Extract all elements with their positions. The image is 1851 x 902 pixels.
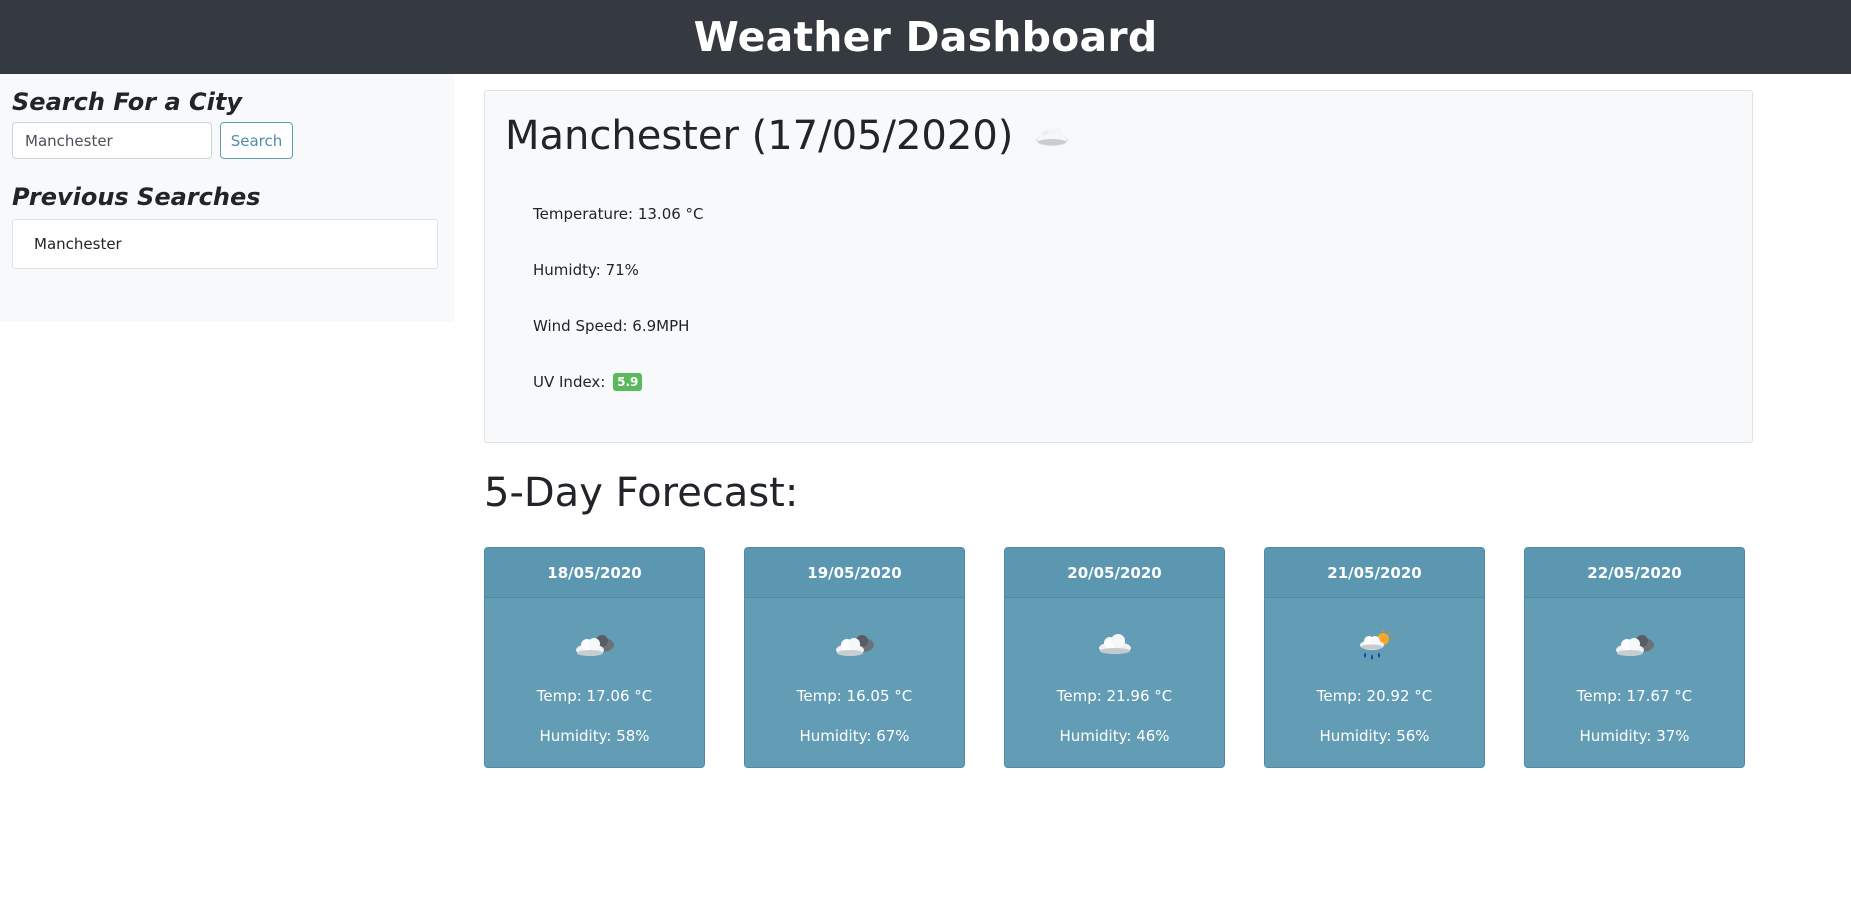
previous-search-item[interactable]: Manchester [13, 220, 437, 268]
current-wind-speed: Wind Speed: 6.9MPH [533, 317, 690, 335]
forecast-card: 21/05/2020 Temp: 20.92 °C Humidity: 56% [1264, 547, 1485, 768]
forecast-humidity: Humidity: 67% [799, 727, 910, 745]
current-uv-row: UV Index: 5.9 [533, 373, 643, 391]
forecast-temp: Temp: 20.92 °C [1316, 687, 1433, 705]
forecast-humidity: Humidity: 46% [1059, 727, 1170, 745]
forecast-title: 5-Day Forecast: [484, 470, 799, 516]
broken-clouds-icon [745, 630, 964, 660]
forecast-card: 22/05/2020 Temp: 17.67 °C Humidity: 37% [1524, 547, 1745, 768]
forecast-card: 19/05/2020 Temp: 16.05 °C Humidity: 67% [744, 547, 965, 768]
page-title: Weather Dashboard [693, 13, 1158, 61]
forecast-date: 18/05/2020 [485, 548, 704, 598]
forecast-temp: Temp: 17.67 °C [1576, 687, 1693, 705]
sidebar: Search For a City Search Previous Search… [0, 74, 454, 322]
forecast-date: 20/05/2020 [1005, 548, 1224, 598]
search-title: Search For a City [12, 88, 242, 116]
forecast-humidity: Humidity: 58% [539, 727, 650, 745]
forecast-date: 19/05/2020 [745, 548, 964, 598]
rain-sun-icon [1265, 630, 1484, 664]
search-button[interactable]: Search [220, 122, 293, 159]
clouds-icon [1033, 123, 1071, 154]
uv-label: UV Index: [533, 373, 606, 391]
current-city-date: Manchester (17/05/2020) [505, 113, 1014, 159]
forecast-temp: Temp: 21.96 °C [1056, 687, 1173, 705]
current-humidity: Humidty: 71% [533, 261, 639, 279]
forecast-date: 21/05/2020 [1265, 548, 1484, 598]
forecast-card: 20/05/2020 Temp: 21.96 °C Humidity: 46% [1004, 547, 1225, 768]
forecast-card: 18/05/2020 Temp: 17.06 °C Humidity: 58% [484, 547, 705, 768]
broken-clouds-icon [485, 630, 704, 660]
app-header: Weather Dashboard [0, 0, 1851, 74]
current-temperature: Temperature: 13.06 °C [533, 205, 704, 223]
search-row: Search [12, 122, 442, 159]
forecast-temp: Temp: 17.06 °C [536, 687, 653, 705]
cloud-icon [1005, 630, 1224, 658]
forecast-temp: Temp: 16.05 °C [796, 687, 913, 705]
broken-clouds-icon [1525, 630, 1744, 660]
current-weather-card: Manchester (17/05/2020) Temperature: 13.… [484, 90, 1753, 443]
current-title-row: Manchester (17/05/2020) [505, 113, 1071, 159]
uv-index-badge: 5.9 [613, 373, 643, 391]
city-search-input[interactable] [12, 122, 212, 159]
previous-searches-list: Manchester [12, 219, 438, 269]
forecast-humidity: Humidity: 37% [1579, 727, 1690, 745]
forecast-date: 22/05/2020 [1525, 548, 1744, 598]
previous-searches-title: Previous Searches [12, 183, 261, 211]
forecast-humidity: Humidity: 56% [1319, 727, 1430, 745]
